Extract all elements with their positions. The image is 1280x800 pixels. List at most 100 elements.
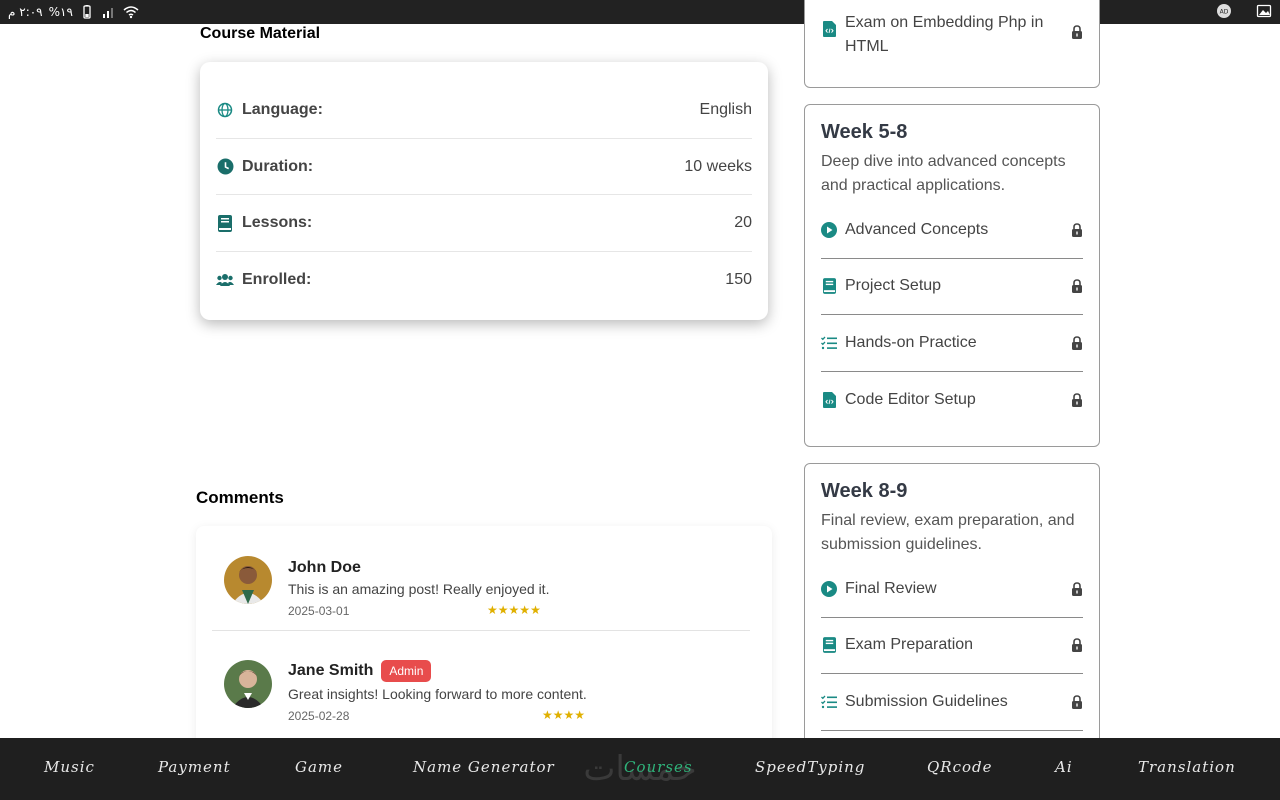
status-left: ٢:٠٩ م %١٩ <box>8 4 139 20</box>
lesson-label: Exam Preparation <box>845 636 974 654</box>
lesson-item[interactable]: Hands-on Practice <box>821 315 1083 372</box>
clock-icon <box>216 158 234 176</box>
nav-item-speedtyping[interactable]: SpeedTyping <box>755 758 865 776</box>
lesson-label: Exam on Embedding Php in HTML <box>845 14 1044 55</box>
week-title: Week 5-8 <box>821 121 908 143</box>
comment-text: This is an amazing post! Really enjoyed … <box>288 581 550 597</box>
lesson-item[interactable]: Advanced Concepts <box>821 202 1083 259</box>
info-row-duration: Duration: 10 weeks <box>216 139 752 196</box>
info-label: Duration: <box>242 157 314 175</box>
image-icon <box>1256 4 1272 18</box>
lesson-label: Final Review <box>845 579 937 597</box>
bottom-nav: خمسات Music Payment Game Name Generator … <box>0 738 1280 800</box>
status-right: AD <box>1216 3 1272 19</box>
info-label: Enrolled: <box>242 271 312 289</box>
lesson-item[interactable]: Project Setup <box>821 259 1083 316</box>
info-value: 20 <box>734 214 752 232</box>
course-material-title: Course Material <box>200 25 321 42</box>
lock-icon <box>1072 393 1082 408</box>
lesson-item[interactable]: Final Review <box>821 561 1083 618</box>
week-title: Week 8-9 <box>821 480 908 502</box>
avatar[interactable] <box>224 556 272 604</box>
week-card-partial: Exam on Embedding Php in HTML <box>804 0 1100 88</box>
star-icon: ★ <box>542 708 553 722</box>
info-row-language: Language: English <box>216 82 752 139</box>
info-row-enrolled: Enrolled: 150 <box>216 252 752 309</box>
nav-item-qrcode[interactable]: QRcode <box>927 758 993 776</box>
nav-item-courses[interactable]: Courses <box>624 758 693 776</box>
star-icon: ★ <box>497 603 509 617</box>
lesson-item[interactable]: Exam on Embedding Php in HTML <box>821 11 1083 59</box>
rating-stars: ★★★★ <box>542 708 585 722</box>
info-row-lessons: Lessons: 20 <box>216 195 752 253</box>
status-battery: %١٩ <box>48 5 73 19</box>
info-value: 150 <box>725 271 752 289</box>
lesson-item[interactable]: Exam Preparation <box>821 618 1083 675</box>
comment-item: John Doe This is an amazing post! Really… <box>212 526 750 631</box>
wifi-icon <box>123 6 139 19</box>
globe-icon <box>216 101 234 119</box>
week-card-8-9: Week 8-9 Final review, exam preparation,… <box>804 463 1100 763</box>
play-circle-icon <box>821 221 837 238</box>
lesson-list: Final Review Exam Preparation Submission… <box>821 561 1083 731</box>
comment-date: 2025-02-28 <box>288 709 350 723</box>
play-circle-icon <box>821 580 837 597</box>
nav-item-game[interactable]: Game <box>295 758 343 776</box>
lesson-label: Submission Guidelines <box>845 692 1008 710</box>
comment-author: Jane Smith Admin <box>288 660 432 682</box>
course-info-card: Language: English Duration: 10 weeks Les… <box>200 62 768 320</box>
star-icon: ★ <box>487 603 498 617</box>
comment-date: 2025-03-01 <box>288 604 350 618</box>
comments-card: John Doe This is an amazing post! Really… <box>196 526 772 766</box>
comments-title: Comments <box>196 488 284 507</box>
lock-icon <box>1072 695 1082 709</box>
week-description: Final review, exam preparation, and subm… <box>821 512 1075 553</box>
svg-text:AD: AD <box>1220 9 1229 16</box>
comment-author-name: Jane Smith <box>288 662 374 679</box>
lock-icon <box>1072 279 1082 294</box>
nav-item-translation[interactable]: Translation <box>1138 758 1236 776</box>
comment-author-name: John Doe <box>288 559 361 576</box>
lesson-item[interactable]: Code Editor Setup <box>821 372 1083 429</box>
info-value: 10 weeks <box>684 157 752 175</box>
info-label: Lessons: <box>242 214 313 232</box>
nav-item-payment[interactable]: Payment <box>158 758 231 776</box>
lesson-label: Advanced Concepts <box>845 220 989 238</box>
rating-stars: ★★★★★ <box>487 603 541 617</box>
star-icon: ★ <box>574 708 586 722</box>
lesson-label: Code Editor Setup <box>845 391 976 409</box>
star-icon: ★ <box>530 603 541 617</box>
comment-text: Great insights! Looking forward to more … <box>288 686 587 702</box>
lesson-list: Advanced Concepts Project Setup Hands-on… <box>821 202 1083 428</box>
admin-badge: Admin <box>381 660 432 682</box>
week-card-5-8: Week 5-8 Deep dive into advanced concept… <box>804 104 1100 447</box>
book-icon <box>216 214 234 232</box>
week-description: Deep dive into advanced concepts and pra… <box>821 153 1066 194</box>
lesson-label: Hands-on Practice <box>845 333 977 351</box>
info-label: Language: <box>242 100 323 118</box>
info-value: English <box>699 100 752 118</box>
lesson-item[interactable]: Submission Guidelines <box>821 674 1083 731</box>
lesson-label: Project Setup <box>845 277 942 295</box>
star-icon: ★ <box>563 708 575 722</box>
lock-icon <box>1072 25 1082 39</box>
book-icon <box>821 278 837 295</box>
code-file-icon <box>821 392 837 409</box>
book-icon <box>821 637 837 654</box>
avatar[interactable] <box>224 660 272 708</box>
list-check-icon <box>821 694 837 710</box>
ad-block-icon: AD <box>1217 4 1231 18</box>
nav-item-music[interactable]: Music <box>44 758 95 776</box>
nav-item-ai[interactable]: Ai <box>1055 758 1073 776</box>
star-icon: ★ <box>552 708 564 722</box>
comment-author: John Doe <box>288 559 361 577</box>
signal-icon <box>102 8 113 18</box>
list-check-icon <box>821 335 837 351</box>
lock-icon <box>1072 336 1082 350</box>
status-time: ٢:٠٩ م <box>8 5 43 19</box>
users-icon <box>216 271 234 289</box>
lock-icon <box>1072 581 1082 596</box>
lock-icon <box>1072 638 1082 653</box>
comment-item: Jane Smith Admin Great insights! Looking… <box>212 631 750 736</box>
nav-item-name-generator[interactable]: Name Generator <box>413 758 555 776</box>
